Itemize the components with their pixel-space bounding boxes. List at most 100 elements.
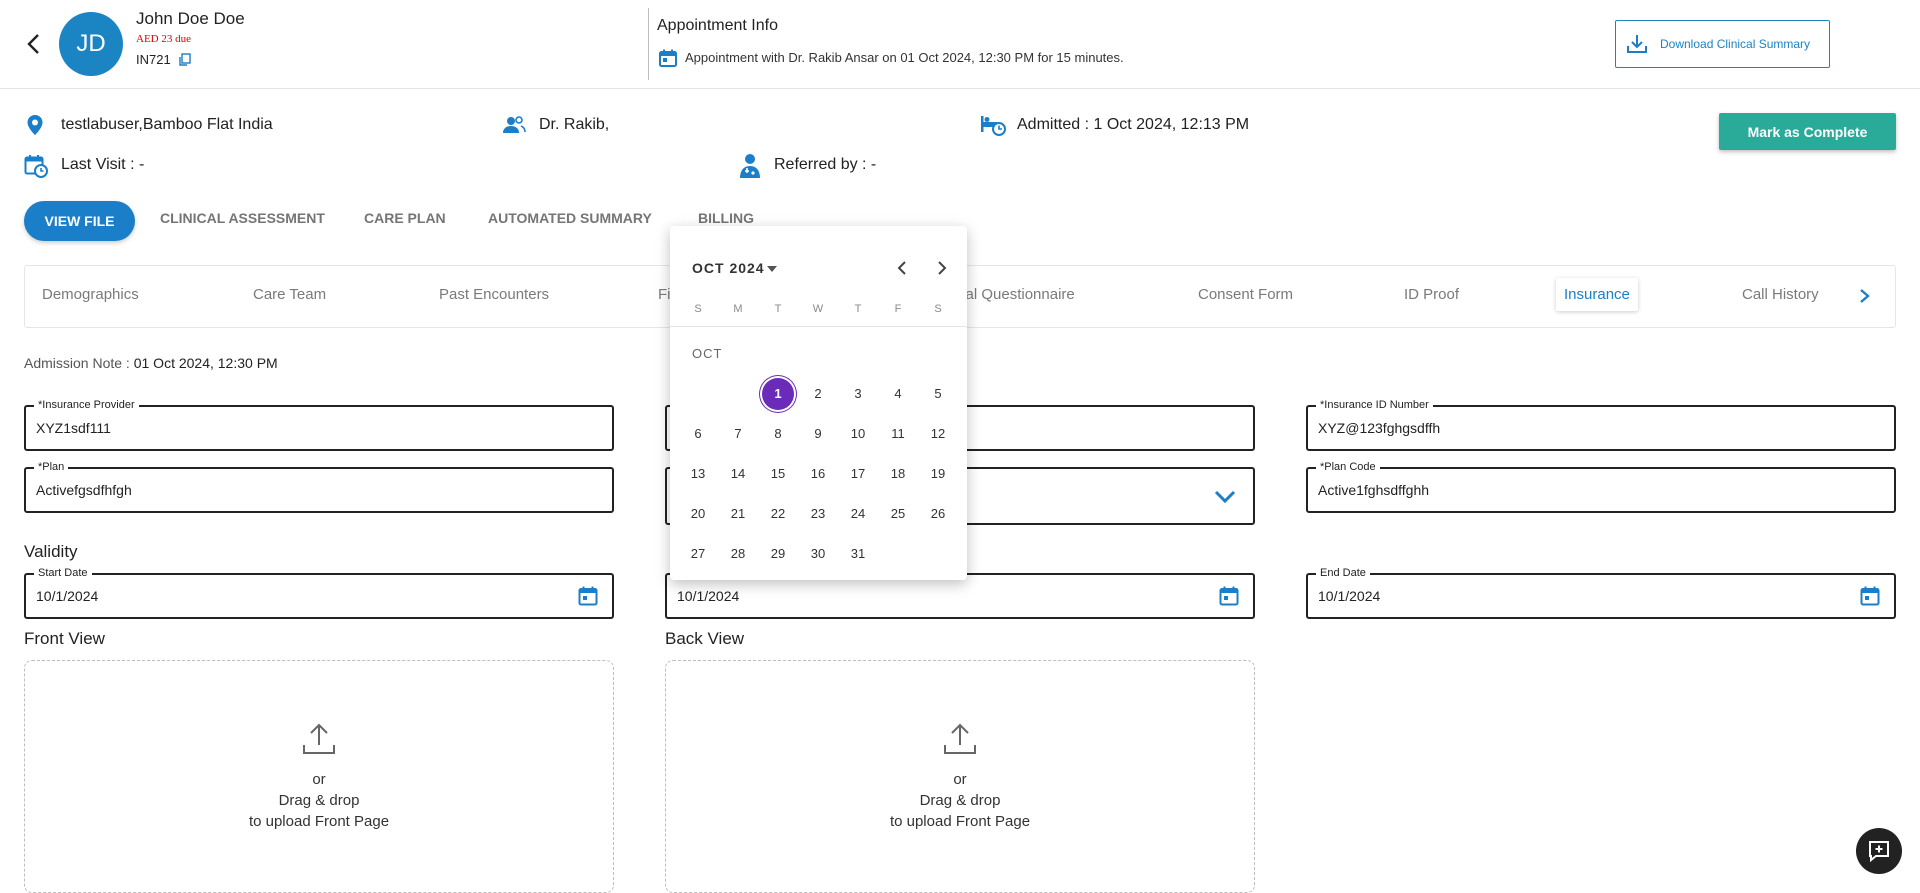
calendar-day[interactable]: 11 (880, 416, 916, 452)
weekday-header: T (774, 303, 782, 315)
calendar-day[interactable]: 31 (840, 536, 876, 572)
calendar-icon[interactable] (1860, 586, 1880, 606)
insurance-provider-field[interactable]: *Insurance Provider XYZ1sdf111 (24, 398, 614, 451)
calendar-day[interactable]: 13 (680, 456, 716, 492)
subtab-call-history[interactable]: Call History (1742, 286, 1819, 303)
patient-header: JD John Doe Doe AED 23 due IN721 Appoint… (0, 0, 1920, 89)
calendar-day[interactable]: 25 (880, 496, 916, 532)
insurance-provider-value: XYZ1sdf111 (36, 420, 111, 436)
mark-as-complete-button[interactable]: Mark as Complete (1719, 113, 1896, 150)
calendar-day[interactable]: 12 (920, 416, 956, 452)
caret-down-icon[interactable] (767, 266, 777, 272)
calendar-icon[interactable] (1219, 586, 1239, 606)
plan-field[interactable]: *Plan Activefgsdfhfgh (24, 460, 614, 513)
last-visit-calendar-icon (24, 154, 48, 178)
appointment-text: Appointment with Dr. Rakib Ansar on 01 O… (685, 50, 1124, 65)
location-pin-icon (24, 114, 46, 136)
subtab-id-proof[interactable]: ID Proof (1404, 286, 1459, 303)
calendar-day[interactable]: 21 (720, 496, 756, 532)
subtab-consent-form[interactable]: Consent Form (1198, 286, 1293, 303)
calendar-day[interactable]: 15 (760, 456, 796, 492)
calendar-month-label: OCT (692, 346, 723, 361)
plan-value: Activefgsdfhfgh (36, 482, 132, 498)
calendar-day[interactable]: 23 (800, 496, 836, 532)
subtab-care-team[interactable]: Care Team (253, 286, 326, 303)
calendar-day[interactable]: 19 (920, 456, 956, 492)
subtab-demographics[interactable]: Demographics (42, 286, 139, 303)
back-view-dropzone[interactable]: or Drag & drop to upload Front Page (665, 660, 1255, 893)
download-clinical-summary-button[interactable]: Download Clinical Summary (1615, 20, 1830, 68)
calendar-day[interactable]: 26 (920, 496, 956, 532)
calendar-day[interactable]: 4 (880, 376, 916, 412)
tab-automated-summary[interactable]: AUTOMATED SUMMARY (488, 210, 652, 232)
chevron-right-icon[interactable] (1857, 286, 1873, 306)
end-date-label: End Date (1316, 566, 1370, 580)
people-icon (502, 114, 526, 136)
calendar-day[interactable]: 6 (680, 416, 716, 452)
calendar-day[interactable]: 20 (680, 496, 716, 532)
upload-or: or (953, 771, 967, 788)
middle-date-value: 10/1/2024 (677, 588, 740, 604)
calendar-day[interactable]: 24 (840, 496, 876, 532)
calendar-day[interactable]: 30 (800, 536, 836, 572)
weekday-header: S (694, 303, 702, 315)
tab-care-plan[interactable]: CARE PLAN (364, 210, 446, 232)
subtab-insurance[interactable]: Insurance (1556, 278, 1638, 311)
upload-or: or (312, 771, 326, 788)
end-date-field[interactable]: End Date 10/1/2024 (1306, 566, 1896, 619)
back-arrow-icon[interactable] (24, 32, 44, 56)
tab-view-file[interactable]: VIEW FILE (24, 201, 135, 241)
calendar-day[interactable]: 9 (800, 416, 836, 452)
upload-hint: to upload Front Page (248, 813, 390, 830)
copy-icon[interactable] (178, 53, 191, 67)
subtab-past-encounters[interactable]: Past Encounters (439, 286, 549, 303)
calendar-day[interactable]: 18 (880, 456, 916, 492)
calendar-day[interactable]: 5 (920, 376, 956, 412)
patient-name: John Doe Doe (136, 9, 245, 28)
weekday-header: F (894, 303, 902, 315)
month-year-selector[interactable]: OCT 2024 (692, 260, 765, 276)
last-visit-text: Last Visit : - (61, 156, 145, 173)
calendar-day[interactable]: 27 (680, 536, 716, 572)
previous-month-icon[interactable] (896, 260, 908, 276)
calendar-day[interactable]: 8 (760, 416, 796, 452)
start-date-value: 10/1/2024 (36, 588, 99, 604)
plan-code-field[interactable]: *Plan Code Active1fghsdffghh (1306, 460, 1896, 513)
plan-code-label: *Plan Code (1316, 460, 1380, 474)
insurance-id-number-label: *Insurance ID Number (1316, 398, 1433, 412)
calendar-day[interactable]: 1 (760, 376, 796, 412)
calendar-day[interactable]: 28 (720, 536, 756, 572)
calendar-day[interactable]: 16 (800, 456, 836, 492)
calendar-day[interactable]: 14 (720, 456, 756, 492)
admission-note-label: Admission Note : (24, 355, 130, 371)
calendar-day[interactable]: 10 (840, 416, 876, 452)
chat-support-button[interactable] (1856, 828, 1902, 874)
calendar-day[interactable]: 22 (760, 496, 796, 532)
tab-clinical-assessment[interactable]: CLINICAL ASSESSMENT (160, 210, 325, 232)
calendar-day[interactable]: 3 (840, 376, 876, 412)
subtab-clinical-questionnaire[interactable]: cal Questionnaire (958, 286, 1075, 303)
weekday-header: T (854, 303, 862, 315)
validity-heading: Validity (24, 542, 78, 561)
download-icon (1626, 33, 1648, 55)
upload-icon (301, 721, 337, 757)
doctor-text: Dr. Rakib, (539, 116, 610, 133)
calendar-day[interactable]: 7 (720, 416, 756, 452)
insurance-id-number-field[interactable]: *Insurance ID Number XYZ@123fghgsdffh (1306, 398, 1896, 451)
front-view-dropzone[interactable]: or Drag & drop to upload Front Page (24, 660, 614, 893)
calendar-day[interactable]: 17 (840, 456, 876, 492)
calendar-day[interactable]: 2 (800, 376, 836, 412)
download-label: Download Clinical Summary (1660, 37, 1811, 51)
upload-icon (942, 721, 978, 757)
header-divider (648, 8, 649, 80)
next-month-icon[interactable] (936, 260, 948, 276)
weekday-header: S (934, 303, 942, 315)
calendar-icon[interactable] (578, 586, 598, 606)
admission-note: Admission Note : 01 Oct 2024, 12:30 PM (24, 355, 278, 371)
start-date-field[interactable]: Start Date 10/1/2024 (24, 566, 614, 619)
chevron-down-icon[interactable] (1213, 489, 1237, 505)
appointment-title: Appointment Info (657, 17, 778, 34)
insurance-provider-label: *Insurance Provider (34, 398, 139, 412)
subtab-files[interactable]: Fi (658, 286, 671, 303)
calendar-day[interactable]: 29 (760, 536, 796, 572)
